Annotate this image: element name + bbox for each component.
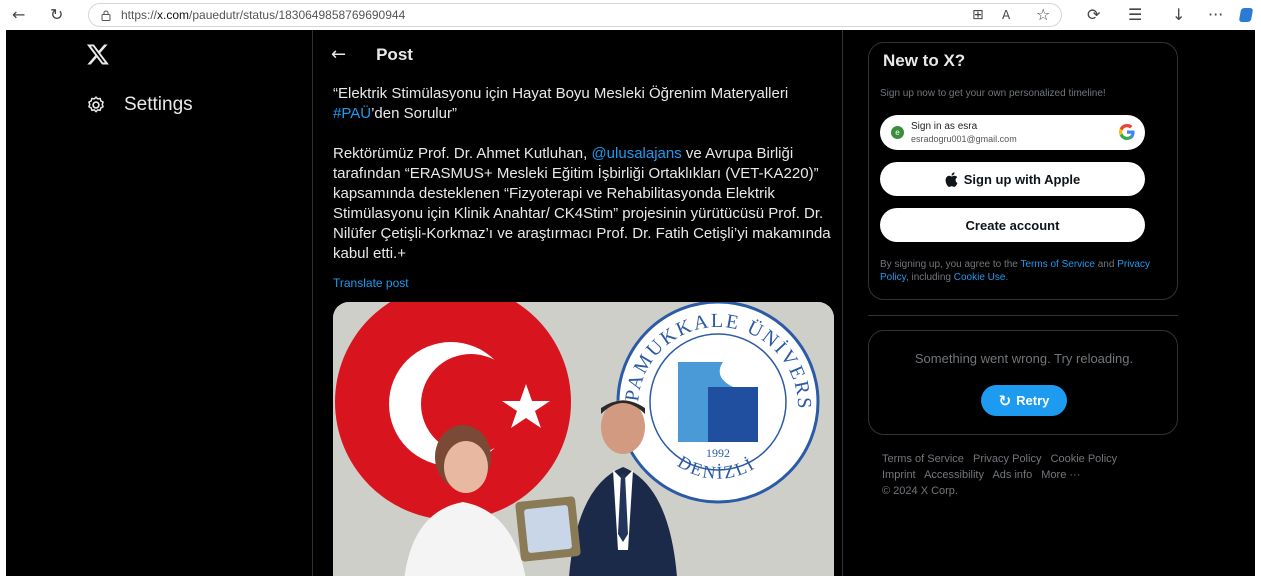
retry-icon: ↻ bbox=[998, 391, 1012, 410]
avatar: e bbox=[891, 126, 904, 139]
legal-end: . bbox=[1005, 272, 1009, 283]
x-app: Settings ← Post “Elektrik Stimülasyonu i… bbox=[6, 30, 1255, 576]
body-start: Rektörümüz Prof. Dr. Ahmet Kutluhan, bbox=[333, 145, 592, 162]
url-prefix: https:// bbox=[121, 8, 158, 22]
post-text: “Elektrik Stimülasyonu için Hayat Boyu M… bbox=[333, 84, 833, 284]
footer-link-more[interactable]: More ··· bbox=[1041, 469, 1080, 481]
favorites-icon[interactable]: ☰ bbox=[1128, 5, 1142, 25]
copyright: © 2024 X Corp. bbox=[882, 485, 958, 497]
terms-link[interactable]: Terms of Service bbox=[1020, 259, 1094, 270]
legal-and: and bbox=[1094, 259, 1118, 270]
legal-including: , including bbox=[905, 272, 954, 283]
quote-text: “Elektrik Stimülasyonu için Hayat Boyu M… bbox=[333, 85, 789, 102]
copilot-icon[interactable] bbox=[1238, 8, 1254, 22]
signup-apple-button[interactable]: Sign up with Apple bbox=[880, 162, 1145, 196]
lock-icon[interactable] bbox=[101, 10, 111, 21]
address-bar[interactable]: https://x.com/pauedutr/status/1830649858… bbox=[88, 3, 1062, 27]
create-account-button[interactable]: Create account bbox=[880, 208, 1145, 242]
page-title: Post bbox=[376, 44, 413, 64]
footer-link-terms[interactable]: Terms of Service bbox=[882, 453, 964, 465]
body-rest: ve Avrupa Birliği tarafından “ERASMUS+ M… bbox=[333, 145, 831, 262]
quote-end: ’den Sorulur” bbox=[371, 105, 457, 122]
google-account-email: esradogru001@gmail.com bbox=[911, 134, 1017, 144]
sidebar-item-settings[interactable]: Settings bbox=[86, 94, 193, 116]
mention-link[interactable]: @ulusalajans bbox=[591, 145, 681, 162]
more-icon[interactable]: ··· bbox=[1208, 5, 1223, 25]
google-signin-button[interactable]: e Sign in as esra esradogru001@gmail.com bbox=[880, 115, 1145, 150]
post-image[interactable]: 1992 PAMUKKALE ÜNİVERSİTESİ DENİZLİ bbox=[333, 302, 834, 576]
error-message: Something went wrong. Try reloading. bbox=[914, 351, 1134, 366]
right-sidebar: New to X? Sign up now to get your own pe… bbox=[868, 42, 1178, 300]
apple-button-label: Sign up with Apple bbox=[963, 171, 1081, 187]
seal-year: 1992 bbox=[706, 446, 730, 460]
signup-card: New to X? Sign up now to get your own pe… bbox=[868, 42, 1178, 300]
signup-legal-text: By signing up, you agree to the Terms of… bbox=[880, 258, 1165, 284]
post-paragraph: Rektörümüz Prof. Dr. Ahmet Kutluhan, @ul… bbox=[333, 144, 833, 264]
google-icon bbox=[1119, 124, 1135, 140]
extensions-icon[interactable]: ⟳ bbox=[1087, 5, 1100, 25]
footer-link-imprint[interactable]: Imprint bbox=[882, 469, 916, 481]
retry-label: Retry bbox=[1016, 393, 1050, 408]
downloads-icon[interactable]: ↓ bbox=[1172, 5, 1185, 25]
signup-subtitle: Sign up now to get your own personalized… bbox=[880, 88, 1106, 99]
footer-link-privacy[interactable]: Privacy Policy bbox=[973, 453, 1041, 465]
x-logo-icon[interactable] bbox=[86, 42, 110, 66]
window-edge bbox=[1255, 30, 1261, 576]
back-arrow-icon[interactable]: ← bbox=[12, 5, 25, 25]
post-column: ← Post “Elektrik Stimülasyonu için Hayat… bbox=[312, 30, 843, 576]
footer-link-cookie[interactable]: Cookie Policy bbox=[1051, 453, 1118, 465]
divider bbox=[868, 315, 1178, 316]
award-plaque bbox=[515, 496, 581, 562]
create-account-label: Create account bbox=[965, 217, 1060, 233]
back-arrow-icon[interactable]: ← bbox=[331, 44, 346, 65]
footer-links: Terms of Service Privacy Policy Cookie P… bbox=[882, 451, 1182, 499]
settings-label: Settings bbox=[124, 94, 193, 115]
post-photo: 1992 PAMUKKALE ÜNİVERSİTESİ DENİZLİ bbox=[333, 302, 834, 576]
retry-button[interactable]: ↻ Retry bbox=[981, 385, 1067, 416]
footer-link-ads[interactable]: Ads info bbox=[992, 469, 1032, 481]
translate-post-link[interactable]: Translate post bbox=[333, 276, 409, 290]
post-header: ← Post bbox=[331, 44, 413, 65]
footer-row-1: Terms of Service Privacy Policy Cookie P… bbox=[882, 451, 1182, 467]
error-panel: Something went wrong. Try reloading. ↻ R… bbox=[868, 330, 1178, 435]
read-aloud-icon[interactable]: A bbox=[1002, 5, 1010, 25]
reader-icon[interactable]: ⊞ bbox=[972, 5, 984, 25]
url-path: /pauedutr/status/1830649858769690944 bbox=[189, 8, 406, 22]
gear-icon bbox=[88, 96, 104, 113]
cookie-link[interactable]: Cookie Use bbox=[954, 272, 1006, 283]
google-account-name: Sign in as esra bbox=[911, 121, 978, 132]
apple-icon bbox=[945, 171, 958, 187]
url-text: https://x.com/pauedutr/status/1830649858… bbox=[121, 8, 405, 22]
refresh-icon[interactable]: ↻ bbox=[50, 5, 63, 25]
post-quote: “Elektrik Stimülasyonu için Hayat Boyu M… bbox=[333, 84, 833, 124]
legal-prefix: By signing up, you agree to the bbox=[880, 259, 1021, 270]
footer-row-2: Imprint Accessibility Ads info More ··· bbox=[882, 467, 1182, 483]
signup-title: New to X? bbox=[883, 51, 966, 70]
footer-link-accessibility[interactable]: Accessibility bbox=[924, 469, 984, 481]
hashtag-link[interactable]: #PAÜ bbox=[333, 105, 371, 122]
favorite-star-icon[interactable]: ☆ bbox=[1036, 5, 1050, 25]
browser-toolbar: ← ↻ https://x.com/pauedutr/status/183064… bbox=[0, 0, 1261, 30]
url-domain: x.com bbox=[157, 8, 190, 22]
